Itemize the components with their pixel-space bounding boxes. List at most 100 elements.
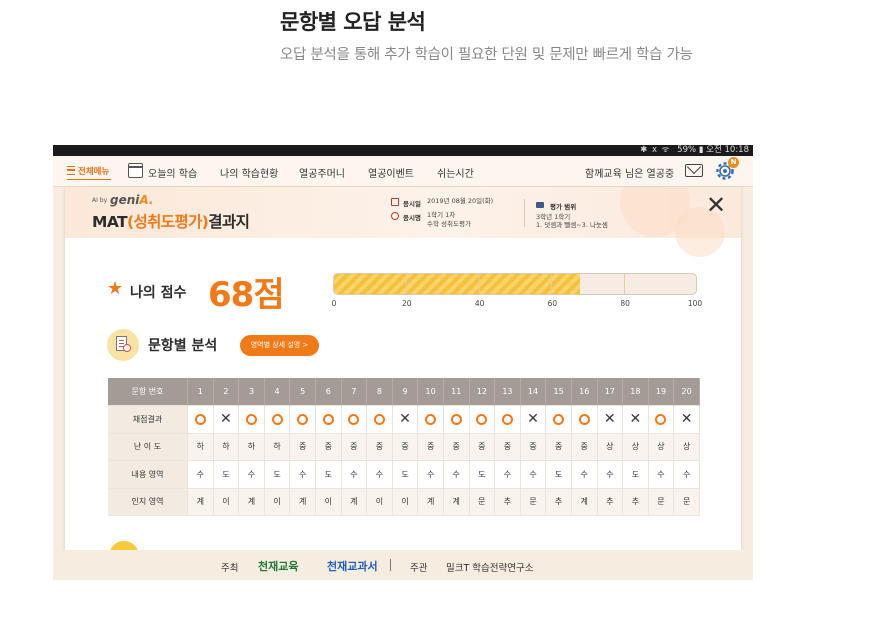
wrong-mark-icon: ✕: [399, 410, 411, 427]
correct-mark-icon: [271, 413, 283, 425]
organizer-label: 주관: [410, 563, 428, 574]
bar-gridline: [478, 274, 480, 294]
bar-tick: 0: [331, 299, 337, 308]
table-row: 내용 영역 수 도 수 도 수 도 수 수 도 수 수 도 수 수 도 수 수 도 수 수: [108, 461, 700, 489]
user-greeting: 함께교육 님은 열공중: [585, 169, 675, 180]
question-number: 7: [341, 378, 368, 406]
table-cell: 수: [674, 461, 700, 489]
nav-item-status[interactable]: 나의 학습현황: [220, 165, 278, 180]
table-cell: 상: [674, 433, 700, 461]
battery-icon: ▮: [698, 145, 704, 155]
nav-item-event[interactable]: 열공이벤트: [368, 165, 414, 180]
grading-result-cell: [239, 406, 265, 434]
grading-result-cell: [469, 406, 496, 434]
table-cell: 도: [469, 461, 496, 489]
table-cell: 상: [623, 433, 649, 461]
grading-result-cell: [443, 406, 470, 434]
hero-title: 문항별 오답 분석: [280, 10, 426, 34]
brand-prefix: AI by: [92, 197, 108, 204]
nav-item-today[interactable]: 오늘의 학습: [148, 165, 197, 180]
table-header-row: 문항 번호 1 2 3 4 5 6 7 8 9 10 11 12 13 14 15 16 17 18 19 20: [108, 378, 700, 406]
table-cell: 도: [315, 461, 342, 489]
grading-result-cell: ✕: [392, 406, 419, 434]
range-label: 평가 범위: [550, 203, 577, 211]
grading-result-cell: ✕: [597, 406, 624, 434]
wrong-mark-icon: ✕: [220, 410, 232, 427]
bar-tick: 80: [620, 299, 630, 308]
brand-name: geni: [110, 193, 140, 207]
nav-item-pouch[interactable]: 열공주머니: [299, 165, 345, 180]
question-number: 6: [315, 378, 342, 406]
report-search-icon: [107, 329, 139, 361]
table-cell: 중: [341, 433, 368, 461]
star-icon: ★: [107, 278, 124, 299]
area-detail-button[interactable]: 영역별 상세 설명 >: [240, 335, 319, 356]
report-title: MAT(성취도평가)결과지: [92, 210, 250, 232]
report-header: AI by geniA. MAT(성취도평가)결과지 응시일 2019년 08월…: [65, 187, 741, 257]
row-label: 채점결과: [108, 406, 188, 434]
nav-item-break[interactable]: 쉬는시간: [437, 165, 474, 180]
correct-mark-icon: [450, 413, 462, 425]
top-navbar: 전체메뉴 오늘의 학습 나의 학습현황 열공주머니 열공이벤트 쉬는시간 함께교…: [53, 156, 753, 187]
grading-result-cell: [648, 406, 675, 434]
bar-gridline: [623, 274, 625, 294]
table-cell: 추: [597, 488, 624, 516]
question-number: 16: [571, 378, 598, 406]
table-cell: 도: [392, 461, 419, 489]
table-cell: 계: [188, 488, 214, 516]
grading-result-cell: ✕: [213, 406, 240, 434]
correct-mark-icon: [322, 413, 334, 425]
table-cell: 수: [367, 461, 393, 489]
correct-mark-icon: [476, 413, 488, 425]
all-menu-button[interactable]: 전체메뉴: [67, 164, 111, 180]
correct-mark-icon: [425, 413, 437, 425]
row-label: 인지 영역: [108, 488, 188, 516]
date-label: 응시일: [403, 200, 421, 208]
table-cell: 도: [213, 461, 240, 489]
table-cell: 상: [597, 433, 624, 461]
organizer-name: 밀크T 학습전략연구소: [446, 563, 534, 574]
table-cell: 이: [367, 488, 393, 516]
table-cell: 중: [469, 433, 496, 461]
bar-gridline: [551, 274, 553, 294]
table-cell: 수: [418, 461, 444, 489]
title-prefix: MAT: [92, 213, 128, 231]
grading-result-cell: [290, 406, 316, 434]
table-cell: 추: [495, 488, 521, 516]
grading-result-cell: [341, 406, 368, 434]
table-cell: 수: [648, 461, 675, 489]
wrong-mark-icon: ✕: [603, 410, 616, 427]
correct-mark-icon: [348, 413, 360, 425]
question-number: 1: [188, 378, 214, 406]
grading-result-cell: [188, 406, 214, 434]
magnifier-icon: [123, 344, 131, 352]
chunjae-education-logo: 천재교육: [258, 560, 299, 573]
table-cell: 상: [648, 433, 675, 461]
table-cell: 도: [546, 461, 572, 489]
table-cell: 수: [290, 461, 316, 489]
table-header-label: 문항 번호: [108, 378, 188, 406]
brand-logo: geniA.: [110, 193, 153, 207]
status-icons: ✱ ⅹ ᯤ: [640, 145, 671, 155]
correct-mark-icon: [297, 413, 309, 425]
divider: [524, 199, 525, 227]
row-label: 난 이 도: [108, 433, 188, 461]
question-number: 9: [392, 378, 419, 406]
mail-icon[interactable]: [685, 164, 703, 177]
report-panel: AI by geniA. MAT(성취도평가)결과지 응시일 2019년 08월…: [65, 187, 741, 550]
table-cell: 중: [367, 433, 393, 461]
bar-tick: 100: [687, 299, 703, 308]
book-icon: [536, 202, 544, 208]
table-cell: 중: [392, 433, 419, 461]
table-cell: 문: [520, 488, 547, 516]
table-cell: 수: [597, 461, 624, 489]
item-analysis-table: 문항 번호 1 2 3 4 5 6 7 8 9 10 11 12 13 14 15 16 17 18 19 20 채점결…: [108, 378, 700, 516]
score-bar-fill: [334, 274, 581, 294]
calendar-icon: [391, 198, 399, 206]
close-icon[interactable]: ✕: [706, 193, 726, 217]
tablet-screen: ✱ ⅹ ᯤ 59% ▮ 오전 10:18 전체메뉴 오늘의 학습 나의 학습현황…: [53, 145, 753, 580]
question-number: 18: [623, 378, 649, 406]
question-number: 12: [469, 378, 496, 406]
calendar-icon: [128, 163, 143, 178]
grading-result-cell: [264, 406, 291, 434]
